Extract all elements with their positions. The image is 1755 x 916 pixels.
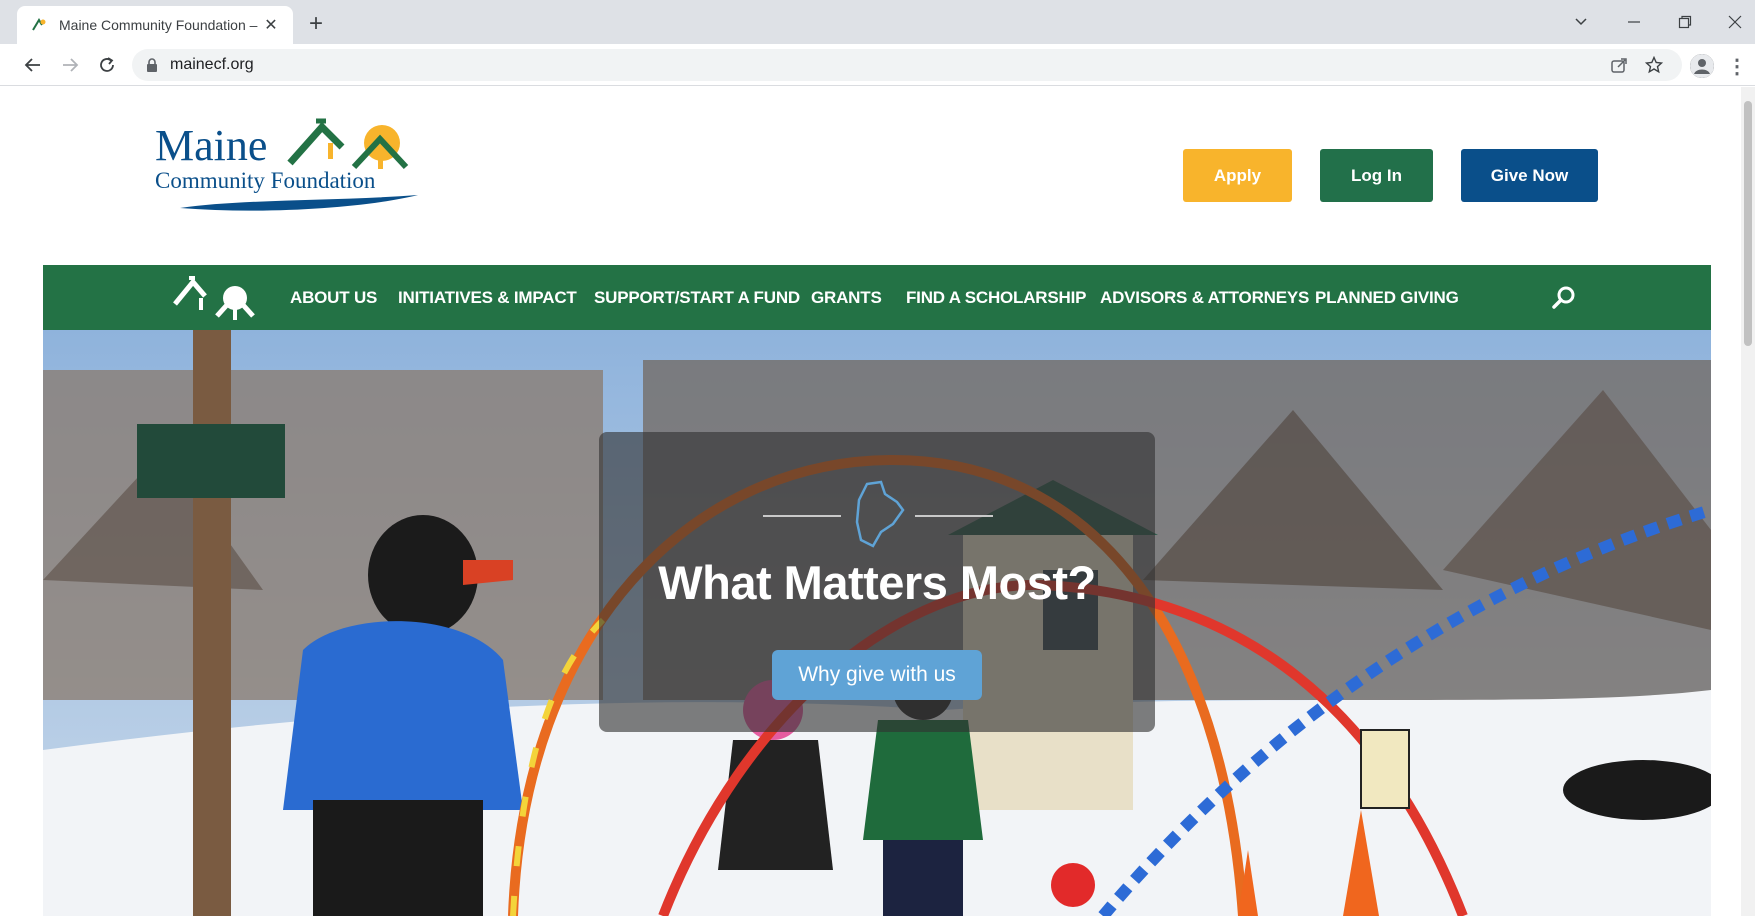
chevron-down-icon[interactable] bbox=[1567, 8, 1595, 36]
search-icon[interactable] bbox=[1551, 285, 1577, 311]
bookmark-star-icon[interactable] bbox=[1642, 53, 1666, 77]
main-nav: ABOUT US INITIATIVES & IMPACT SUPPORT/ST… bbox=[43, 265, 1711, 330]
tab-favicon-icon bbox=[32, 18, 46, 31]
minimize-icon[interactable] bbox=[1620, 8, 1648, 36]
nav-grants[interactable]: GRANTS bbox=[811, 265, 882, 330]
browser-toolbar: mainecf.org ⋮ bbox=[0, 44, 1755, 86]
page-scrollbar[interactable] bbox=[1741, 87, 1755, 916]
forward-arrow-icon[interactable] bbox=[55, 50, 85, 80]
back-arrow-icon[interactable] bbox=[18, 50, 48, 80]
maine-state-icon bbox=[763, 480, 993, 548]
nav-advisors-attorneys[interactable]: ADVISORS & ATTORNEYS bbox=[1100, 265, 1309, 330]
kebab-menu-icon[interactable]: ⋮ bbox=[1727, 53, 1747, 79]
nav-about-us[interactable]: ABOUT US bbox=[290, 265, 377, 330]
lock-icon bbox=[147, 58, 157, 72]
close-icon[interactable]: ✕ bbox=[261, 15, 281, 35]
hero-title: What Matters Most? bbox=[658, 556, 1096, 609]
close-window-icon[interactable] bbox=[1721, 8, 1749, 36]
browser-tab[interactable]: Maine Community Foundation – ✕ bbox=[17, 6, 293, 44]
tab-title: Maine Community Foundation – bbox=[59, 17, 258, 33]
plus-icon[interactable]: + bbox=[302, 10, 330, 38]
nav-find-scholarship[interactable]: FIND A SCHOLARSHIP bbox=[906, 265, 1086, 330]
share-icon[interactable] bbox=[1607, 53, 1631, 77]
logo-text-community: Community Foundation bbox=[155, 168, 376, 193]
why-give-button[interactable]: Why give with us bbox=[772, 650, 982, 700]
hero-banner: What Matters Most? Why give with us bbox=[43, 330, 1711, 916]
address-bar[interactable]: mainecf.org bbox=[132, 49, 1682, 81]
give-now-button[interactable]: Give Now bbox=[1461, 149, 1598, 202]
nav-support-start-fund[interactable]: SUPPORT/START A FUND bbox=[594, 265, 800, 330]
url-text: mainecf.org bbox=[170, 56, 254, 73]
profile-icon[interactable] bbox=[1690, 54, 1714, 78]
site-logo[interactable]: Maine Community Foundation bbox=[150, 103, 425, 218]
scrollbar-thumb[interactable] bbox=[1744, 101, 1752, 346]
page-viewport: Maine Community Foundation Apply Log In … bbox=[0, 87, 1755, 916]
nav-initiatives-impact[interactable]: INITIATIVES & IMPACT bbox=[398, 265, 577, 330]
browser-tab-bar: Maine Community Foundation – ✕ + bbox=[0, 0, 1755, 44]
nav-planned-giving[interactable]: PLANNED GIVING bbox=[1315, 265, 1459, 330]
nav-home-logo-icon[interactable] bbox=[171, 272, 257, 322]
logo-text-maine: Maine bbox=[155, 121, 267, 170]
apply-button[interactable]: Apply bbox=[1183, 149, 1292, 202]
restore-icon[interactable] bbox=[1671, 8, 1699, 36]
reload-icon[interactable] bbox=[92, 50, 122, 80]
log-in-button[interactable]: Log In bbox=[1320, 149, 1433, 202]
